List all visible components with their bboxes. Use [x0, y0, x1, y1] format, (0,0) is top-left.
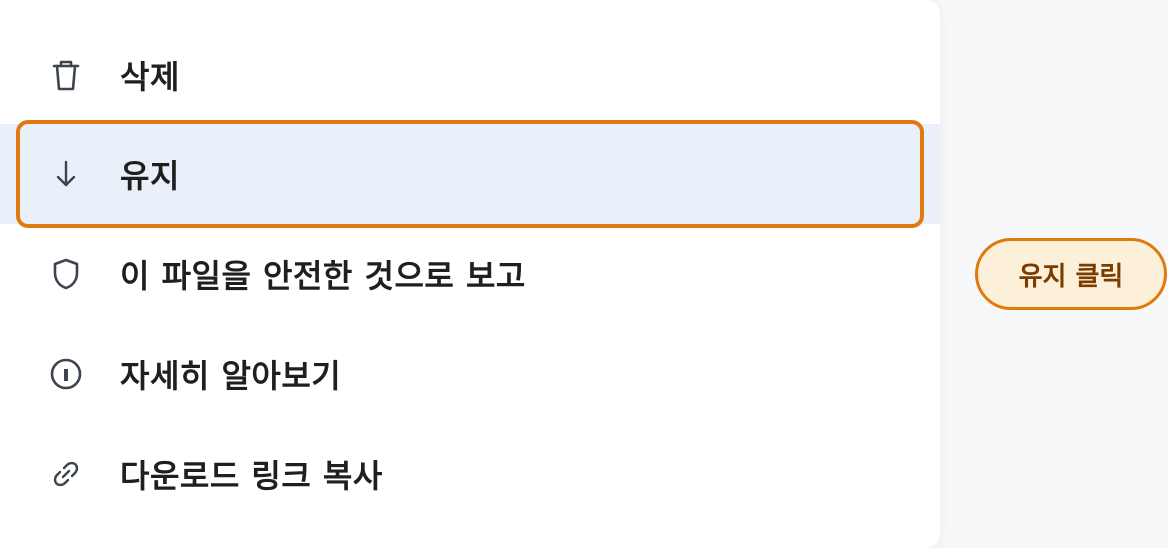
menu-item-label: 다운로드 링크 복사	[120, 457, 383, 495]
menu-item-keep[interactable]: 유지	[0, 124, 940, 224]
menu-item-label: 이 파일을 안전한 것으로 보고	[120, 257, 526, 295]
download-context-menu: 삭제 유지 이 파일을 안전한 것으로 보고 자세히 알아보기 다운로드 링크 …	[0, 0, 940, 548]
menu-item-learn-more[interactable]: 자세히 알아보기	[0, 324, 940, 424]
menu-item-delete[interactable]: 삭제	[0, 25, 940, 125]
menu-item-report-safe[interactable]: 이 파일을 안전한 것으로 보고	[0, 224, 940, 324]
trash-icon	[48, 57, 84, 93]
shield-icon	[48, 256, 84, 292]
menu-item-label: 삭제	[120, 58, 180, 96]
arrow-down-icon	[48, 156, 84, 192]
click-hint-badge: 유지 클릭	[975, 238, 1167, 310]
menu-item-copy-link[interactable]: 다운로드 링크 복사	[0, 424, 940, 524]
menu-item-label: 유지	[120, 157, 180, 195]
menu-item-label: 자세히 알아보기	[120, 357, 342, 395]
link-icon	[48, 456, 84, 492]
info-icon	[48, 356, 84, 392]
